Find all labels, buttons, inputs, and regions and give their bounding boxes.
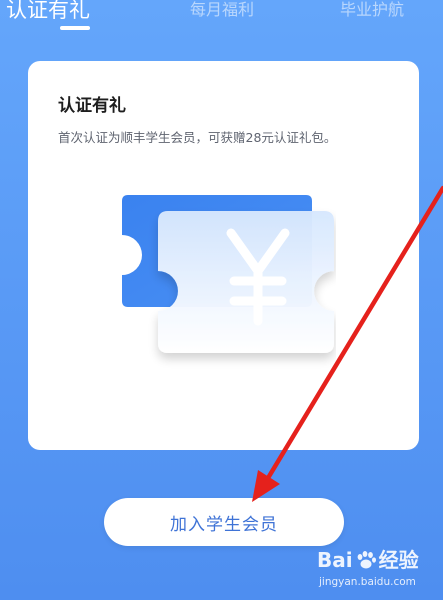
watermark-brand-right: 经验 bbox=[378, 548, 419, 572]
watermark-brand: Bai 经验 bbox=[317, 544, 419, 573]
tab-graduation-escort[interactable]: 毕业护航 bbox=[340, 0, 404, 20]
watermark-url: jingyan.baidu.com bbox=[319, 576, 416, 588]
tab-certification-gift[interactable]: 认证有礼 bbox=[6, 0, 90, 24]
yen-coupon-icon bbox=[122, 195, 334, 353]
card-title: 认证有礼 bbox=[58, 96, 126, 116]
tab-monthly-benefits[interactable]: 每月福利 bbox=[190, 0, 254, 20]
join-student-member-button[interactable]: 加入学生会员 bbox=[104, 498, 344, 546]
watermark-brand-left: Bai bbox=[317, 548, 353, 572]
benefit-card: 认证有礼 首次认证为顺丰学生会员，可获赠28元认证礼包。 bbox=[28, 61, 419, 450]
baidu-jingyan-watermark: Bai 经验 jingyan.baidu.com bbox=[317, 544, 437, 596]
active-tab-indicator bbox=[60, 26, 90, 30]
card-description: 首次认证为顺丰学生会员，可获赠28元认证礼包。 bbox=[58, 130, 337, 145]
tab-bar: 认证有礼 每月福利 毕业护航 bbox=[0, 0, 443, 40]
paw-icon bbox=[355, 550, 377, 570]
